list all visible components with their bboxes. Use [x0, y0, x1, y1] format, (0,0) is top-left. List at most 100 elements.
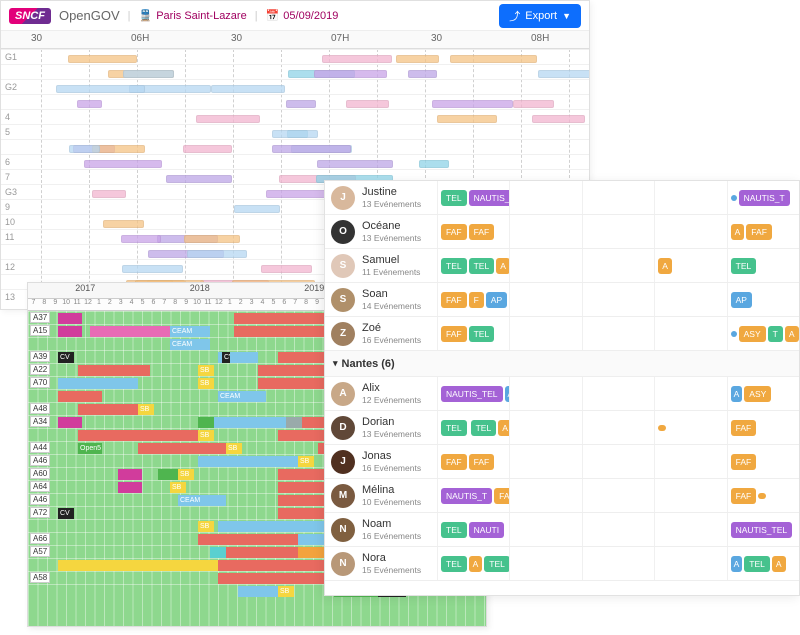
timeline-bar[interactable]: [317, 160, 394, 168]
event-tag[interactable]: TEL: [731, 258, 757, 274]
event-tag[interactable]: T: [768, 326, 783, 342]
event-cell[interactable]: ASYTA: [727, 317, 799, 350]
event-cell[interactable]: AP: [727, 283, 799, 316]
event-cell[interactable]: A: [654, 249, 726, 282]
gantt-bar[interactable]: [118, 482, 142, 493]
gantt-bar[interactable]: [198, 417, 214, 428]
event-cell[interactable]: AFAF: [727, 215, 799, 248]
event-cell[interactable]: FAFFAF: [437, 445, 509, 478]
gantt-bar[interactable]: [58, 417, 82, 428]
event-cell[interactable]: [582, 479, 654, 512]
gantt-bar[interactable]: [286, 417, 302, 428]
event-tag[interactable]: [731, 331, 737, 337]
timeline-bar[interactable]: [196, 115, 260, 123]
event-tag[interactable]: TEL: [484, 556, 509, 572]
gantt-bar[interactable]: [234, 313, 338, 324]
timeline-bar[interactable]: [234, 205, 280, 213]
timeline-bar[interactable]: [419, 160, 448, 168]
gantt-bar[interactable]: CV: [222, 352, 230, 363]
timeline-bar[interactable]: [92, 145, 145, 153]
event-tag[interactable]: FAF: [731, 488, 757, 504]
timeline-bar[interactable]: [266, 190, 330, 198]
gantt-bar[interactable]: [226, 547, 298, 558]
event-cell[interactable]: [654, 411, 726, 444]
event-tag[interactable]: NAUTIS_T: [441, 488, 492, 504]
event-tag[interactable]: [758, 493, 766, 499]
event-cell[interactable]: [582, 181, 654, 214]
event-tag[interactable]: [658, 425, 666, 431]
station-pill[interactable]: 🚆 Paris Saint-Lazare: [139, 9, 247, 22]
event-cell[interactable]: TELATEL: [437, 547, 509, 580]
event-tag[interactable]: A: [731, 386, 743, 402]
event-cell[interactable]: [654, 479, 726, 512]
timeline-bar[interactable]: [184, 235, 240, 243]
person-row[interactable]: NNora15 EvénementsTELATELATELA: [325, 547, 799, 581]
gantt-bar[interactable]: [58, 560, 218, 571]
event-tag[interactable]: ASY: [739, 326, 766, 342]
timeline-bar[interactable]: [103, 220, 144, 228]
event-cell[interactable]: [509, 215, 581, 248]
person-row[interactable]: ZZoé16 EvénementsFAFTELASYTA: [325, 317, 799, 351]
timeline-bar[interactable]: [322, 55, 392, 63]
event-tag[interactable]: F: [469, 292, 484, 308]
person-row[interactable]: OOcéane13 EvénementsFAFFAFAFAF: [325, 215, 799, 249]
gantt-bar[interactable]: SB: [278, 586, 294, 597]
event-cell[interactable]: [582, 377, 654, 410]
gantt-bar[interactable]: [78, 404, 138, 415]
gantt-bar[interactable]: CEAM: [218, 391, 266, 402]
person-row[interactable]: SSoan14 EvénementsFAFFAPAP: [325, 283, 799, 317]
event-tag[interactable]: A: [496, 258, 509, 274]
gantt-bar[interactable]: SB: [198, 365, 214, 376]
timeline-bar[interactable]: [121, 235, 161, 243]
event-cell[interactable]: [582, 513, 654, 546]
event-cell[interactable]: AASY: [727, 377, 799, 410]
timeline-bar[interactable]: [92, 190, 126, 198]
gantt-bar[interactable]: CV: [58, 508, 74, 519]
event-cell[interactable]: [509, 317, 581, 350]
gantt-bar[interactable]: CEAM: [170, 339, 210, 350]
event-tag[interactable]: FAF: [731, 454, 757, 470]
gantt-bar[interactable]: CEAM: [170, 326, 210, 337]
event-tag[interactable]: NAUTIS_TEL: [469, 190, 510, 206]
gantt-bar[interactable]: Open5: [78, 443, 102, 454]
timeline-bar[interactable]: [77, 100, 101, 108]
event-tag[interactable]: A: [772, 556, 786, 572]
timeline-bar[interactable]: [272, 130, 318, 138]
person-row[interactable]: MMélina10 EvénementsNAUTIS_TFAFFAF: [325, 479, 799, 513]
event-cell[interactable]: FAFFAP: [437, 283, 509, 316]
event-tag[interactable]: NAUTIS_T: [739, 190, 790, 206]
event-cell[interactable]: TELTELA: [437, 249, 509, 282]
gantt-bar[interactable]: [198, 456, 298, 467]
timeline-bar[interactable]: [261, 265, 312, 273]
event-cell[interactable]: NAUTIS_TFAF: [437, 479, 509, 512]
gantt-bar[interactable]: SB: [198, 378, 214, 389]
event-cell[interactable]: [582, 317, 654, 350]
gantt-bar[interactable]: [58, 391, 102, 402]
event-tag[interactable]: [731, 195, 737, 201]
event-cell[interactable]: [509, 181, 581, 214]
event-cell[interactable]: NAUTIS_TEL: [727, 513, 799, 546]
timeline-bar[interactable]: [69, 145, 99, 153]
date-pill[interactable]: 📅 05/09/2019: [266, 9, 339, 22]
event-cell[interactable]: TELNAUTI: [437, 513, 509, 546]
event-cell[interactable]: NAUTIS_TELAFAFA: [437, 377, 509, 410]
event-cell[interactable]: NAUTIS_T: [727, 181, 799, 214]
event-cell[interactable]: FAF: [727, 479, 799, 512]
timeline-bar[interactable]: [346, 100, 389, 108]
gantt-bar[interactable]: SB: [298, 456, 314, 467]
person-row[interactable]: AAlix12 EvénementsNAUTIS_TELAFAFAAASY: [325, 377, 799, 411]
timeline-bar[interactable]: [211, 85, 284, 93]
timeline-bar[interactable]: [286, 100, 317, 108]
event-cell[interactable]: [654, 181, 726, 214]
event-cell[interactable]: [509, 249, 581, 282]
event-cell[interactable]: FAFFAF: [437, 215, 509, 248]
event-tag[interactable]: AP: [731, 292, 752, 308]
event-cell[interactable]: TEL: [727, 249, 799, 282]
person-row[interactable]: DDorian13 EvénementsTELTELAFAF: [325, 411, 799, 445]
event-cell[interactable]: FAFTEL: [437, 317, 509, 350]
event-cell[interactable]: [654, 283, 726, 316]
gantt-bar[interactable]: SB: [178, 469, 194, 480]
event-tag[interactable]: A: [785, 326, 799, 342]
gantt-bar[interactable]: [238, 586, 278, 597]
timeline-bar[interactable]: [272, 145, 351, 153]
